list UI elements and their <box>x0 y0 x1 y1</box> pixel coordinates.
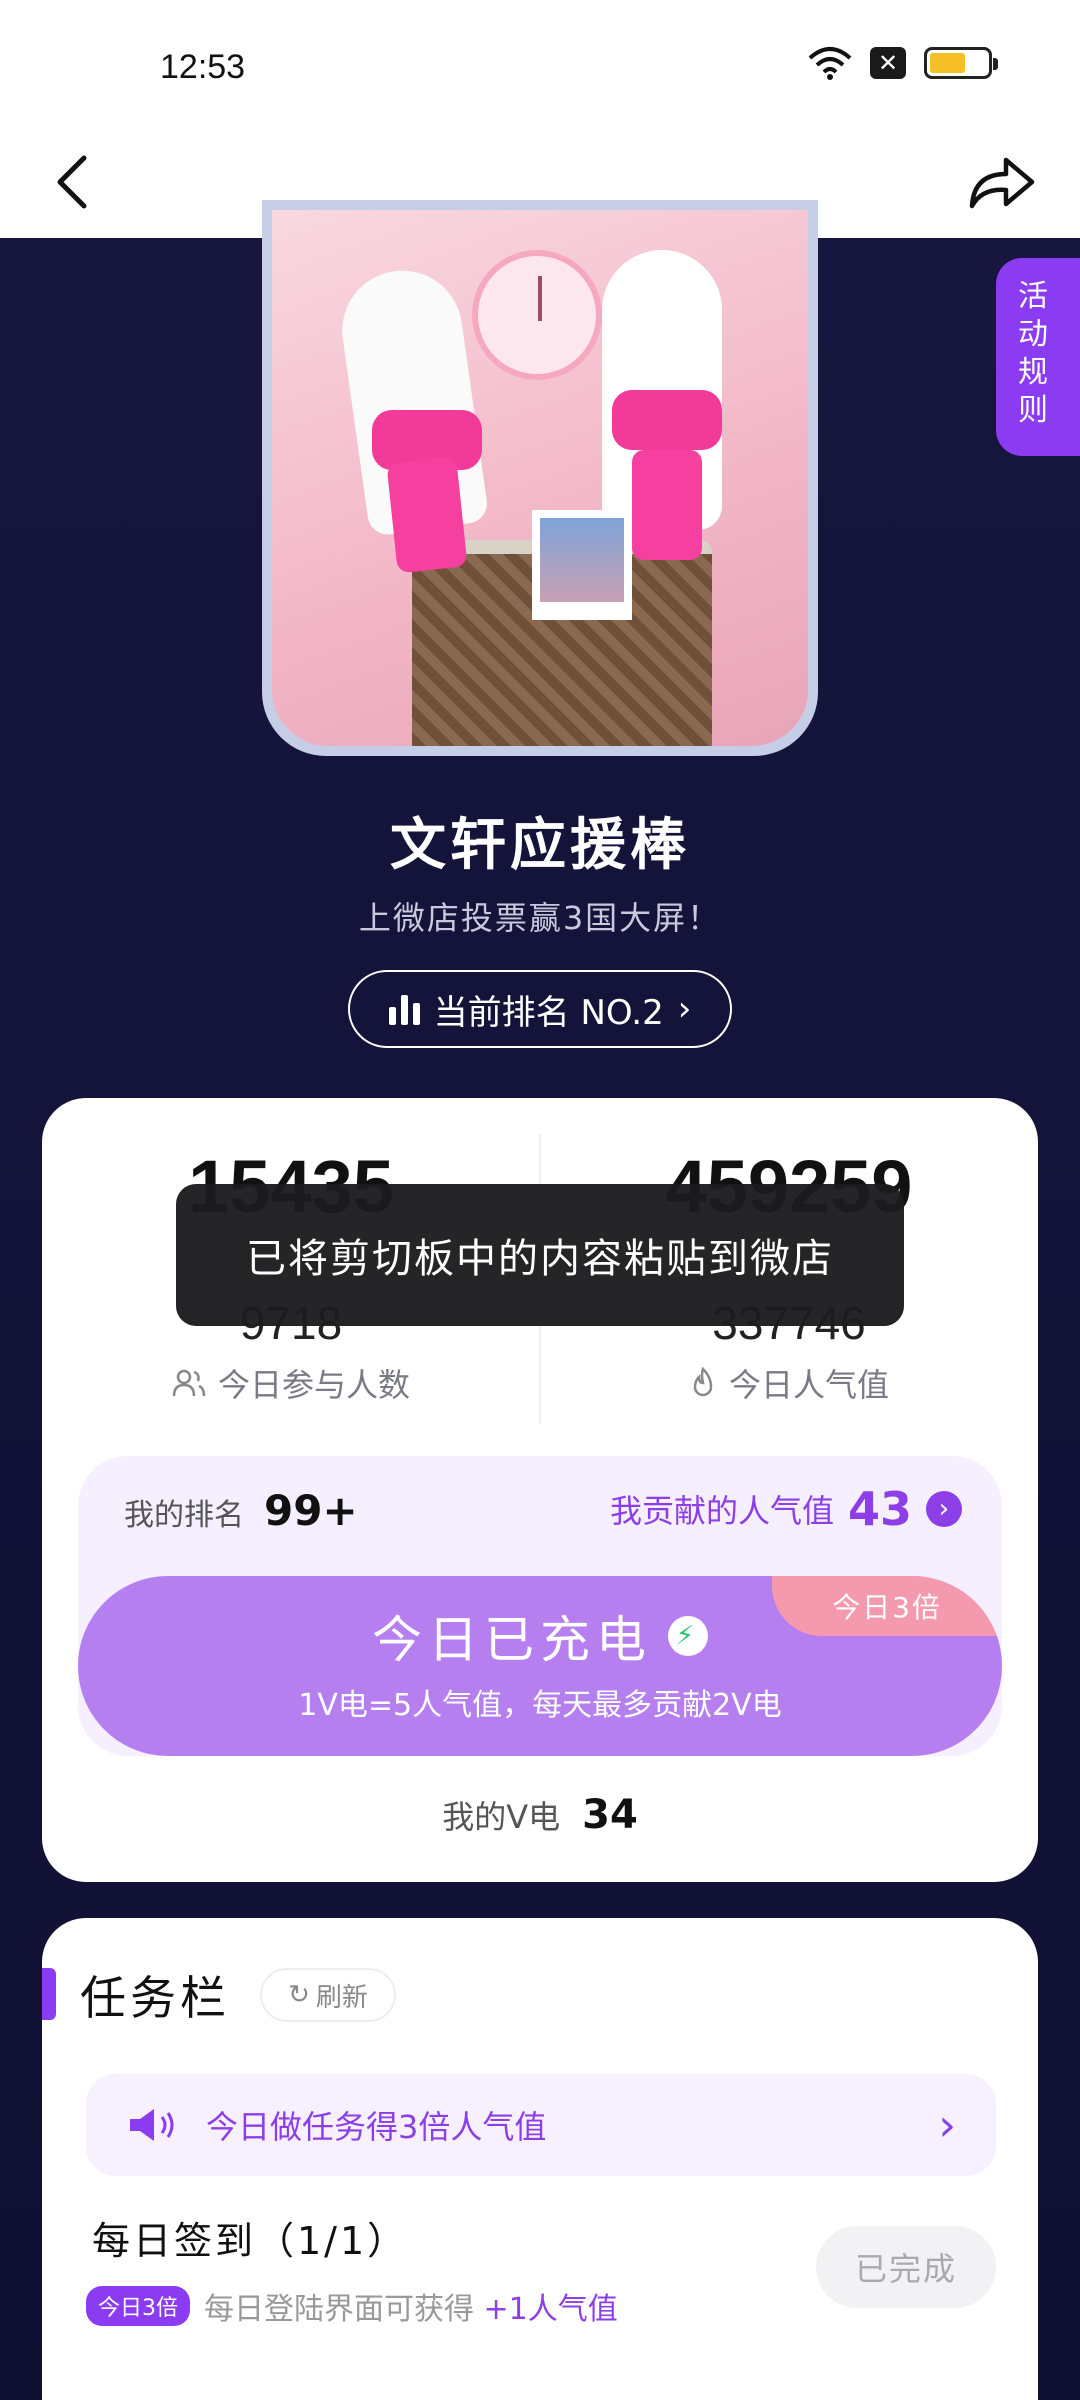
my-contribution-value: 43 <box>847 1482 912 1536</box>
my-v-power: 我的V电 34 <box>42 1792 1038 1838</box>
product-image <box>272 210 808 746</box>
my-rank-label: 我的排名 <box>124 1498 244 1533</box>
my-v-value: 34 <box>582 1792 638 1838</box>
battery-icon <box>924 47 998 79</box>
clipboard-toast: 已将剪切板中的内容粘贴到微店 <box>176 1184 904 1326</box>
daily-checkin-reward: +1人气值 <box>483 2292 618 2327</box>
chevron-circle-icon: › <box>926 1491 962 1527</box>
charge-title-row: 今日已充电 ⚡ <box>78 1600 1002 1672</box>
my-contribution-box: 我的排名 99+ 我贡献的人气值 43 › 今日3倍 今日已充电 ⚡ 1V电=5… <box>78 1456 1002 1756</box>
task-notice-text: 今日做任务得3倍人气值 <box>206 2108 547 2146</box>
my-rank-value: 99+ <box>264 1486 358 1535</box>
page-title: 文轩应援棒 <box>390 813 690 878</box>
status-bar: 12:53 ✕ <box>0 0 1080 130</box>
current-rank-button[interactable]: 当前排名 NO.2 › <box>348 970 732 1048</box>
charge-button[interactable]: 今日3倍 今日已充电 ⚡ 1V电=5人气值，每天最多贡献2V电 <box>78 1576 1002 1756</box>
status-time: 12:53 <box>160 48 246 86</box>
page-subtitle: 上微店投票赢3国大屏！ <box>358 899 722 937</box>
flame-icon <box>693 1367 713 1397</box>
status-icons: ✕ <box>808 46 998 80</box>
bar-chart-icon <box>388 993 420 1025</box>
chevron-right-icon: › <box>938 2099 956 2151</box>
triple-tag: 今日3倍 <box>86 2286 190 2326</box>
today-popularity-label-row: 今日人气值 <box>540 1360 1038 1406</box>
refresh-label: 刷新 <box>315 1982 368 2013</box>
completed-button[interactable]: 已完成 <box>816 2226 996 2308</box>
my-contribution-label: 我贡献的人气值 <box>609 1492 834 1530</box>
refresh-button[interactable]: ↻ 刷新 <box>260 1968 396 2022</box>
speaker-icon <box>130 2109 174 2141</box>
current-rank-label: 当前排名 NO.2 <box>433 992 664 1033</box>
task-title: 任务栏 <box>80 1971 230 2025</box>
my-v-label: 我的V电 <box>442 1798 561 1836</box>
lightning-icon: ⚡ <box>668 1616 708 1656</box>
my-rank: 我的排名 99+ <box>124 1486 358 1535</box>
today-popularity-label: 今日人气值 <box>728 1366 889 1404</box>
task-notice-banner[interactable]: 今日做任务得3倍人气值 › <box>86 2074 996 2176</box>
activity-rules-label: 活动规则 <box>1018 279 1048 428</box>
task-card: 任务栏 ↻ 刷新 今日做任务得3倍人气值 › 每日签到（1/1） 今日3倍 每日… <box>42 1918 1038 2400</box>
my-contribution-link[interactable]: 我贡献的人气值 43 › <box>610 1482 962 1536</box>
people-icon <box>172 1369 206 1397</box>
back-icon[interactable] <box>40 146 112 218</box>
daily-checkin-title: 每日签到（1/1） <box>92 2219 409 2263</box>
share-icon[interactable] <box>964 146 1040 218</box>
notification-x-icon: ✕ <box>870 47 906 79</box>
product-image-frame <box>262 200 818 756</box>
daily-checkin-desc-row: 每日登陆界面可获得 +1人气值 <box>204 2284 618 2328</box>
task-title-accent <box>42 1968 56 2020</box>
refresh-icon: ↻ <box>288 1980 310 2010</box>
today-participants-label-row: 今日参与人数 <box>42 1360 540 1406</box>
daily-checkin-desc: 每日登陆界面可获得 <box>204 2292 474 2327</box>
chevron-right-icon: › <box>677 989 692 1029</box>
today-participants-label: 今日参与人数 <box>217 1366 410 1404</box>
wifi-icon <box>808 47 852 80</box>
activity-rules-tab[interactable]: 活动规则 <box>996 258 1080 456</box>
charge-subtitle: 1V电=5人气值，每天最多贡献2V电 <box>298 1688 782 1723</box>
charge-title: 今日已充电 <box>372 1611 652 1669</box>
daily-checkin-meta: 今日3倍 每日登陆界面可获得 +1人气值 <box>86 2284 618 2328</box>
